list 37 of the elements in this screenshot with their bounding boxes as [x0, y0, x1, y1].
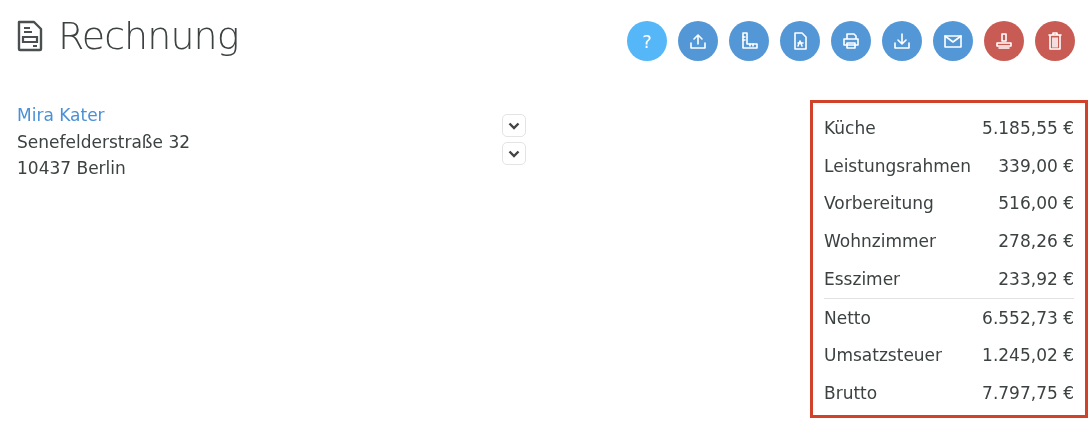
line-amount: 339,00 € [998, 154, 1074, 178]
chevron-down-icon [508, 121, 520, 130]
page-title: Rechnung [58, 14, 239, 58]
download-icon [891, 30, 913, 52]
toolbar-button[interactable] [1035, 21, 1075, 61]
line-label: Brutto [824, 381, 878, 405]
stamp-icon [993, 30, 1015, 52]
toolbar-button[interactable] [984, 21, 1024, 61]
toolbar-button[interactable] [729, 21, 769, 61]
toolbar-button[interactable] [933, 21, 973, 61]
line-amount: 6.552,73 € [982, 306, 1074, 330]
chevron-down-icon [508, 149, 520, 158]
street-text: Senefelderstraße 32 [17, 130, 192, 154]
document-icon [16, 19, 44, 53]
line-amount: 7.797,75 € [982, 381, 1074, 405]
line-label: Netto [824, 306, 871, 330]
line-amount: 278,26 € [998, 230, 1074, 254]
printer-icon [840, 30, 862, 52]
help-button[interactable]: ? [627, 21, 667, 61]
line-label: Küche [824, 117, 876, 141]
line-amount: 233,92 € [998, 267, 1074, 291]
toolbar-button[interactable] [831, 21, 871, 61]
line-label: Umsatzsteuer [824, 344, 943, 368]
dropdown-button[interactable] [502, 114, 526, 137]
line-label: Esszimer [824, 267, 901, 291]
dropdown-button[interactable] [502, 142, 526, 165]
line-amount: 516,00 € [998, 192, 1074, 216]
line-amount: 1.245,02 € [982, 344, 1074, 368]
line-label: Wohnzimmer [824, 230, 936, 254]
line-amount: 5.185,55 € [982, 117, 1074, 141]
customer-name-link[interactable]: Mira Kater [17, 102, 105, 129]
line-label: Leistungsrahmen [824, 154, 972, 178]
toolbar-button[interactable] [678, 21, 718, 61]
toolbar-button[interactable] [780, 21, 820, 61]
city-text: 10437 Berlin [17, 157, 127, 180]
toolbar-button[interactable] [882, 21, 922, 61]
line-label: Vorbereitung [824, 192, 934, 216]
